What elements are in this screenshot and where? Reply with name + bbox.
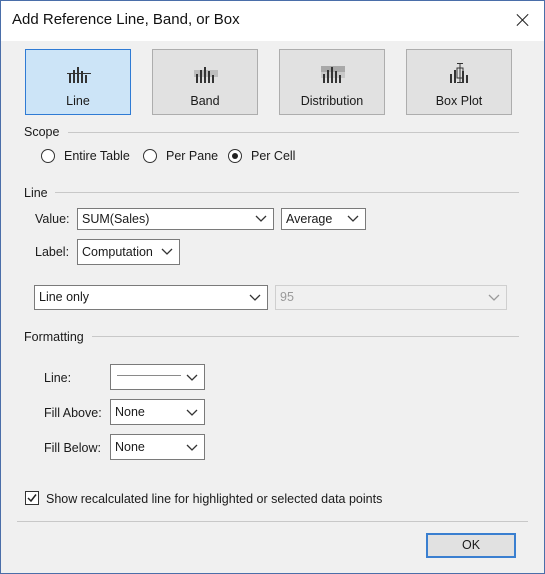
confidence-value: 95 [280,290,294,304]
formatting-divider [92,336,519,337]
formatting-section-label: Formatting [24,330,84,344]
fill-below-select[interactable]: None [110,434,205,460]
line-style-select[interactable] [110,364,205,390]
dialog-title: Add Reference Line, Band, or Box [12,11,240,28]
fill-above-label: Fill Above: [44,406,102,420]
label-select[interactable]: Computation [77,239,180,265]
scope-per-pane-radio[interactable] [143,149,157,163]
value-select-value: SUM(Sales) [82,212,150,226]
type-band-button[interactable]: Band [152,49,258,115]
type-line-label: Line [66,94,90,108]
type-distribution-button[interactable]: Distribution [279,49,385,115]
aggregation-select[interactable]: Average [281,208,366,230]
chevron-down-icon [249,294,261,301]
aggregation-select-value: Average [286,212,333,226]
type-boxplot-button[interactable]: Box Plot [406,49,512,115]
ok-button[interactable]: OK [426,533,516,558]
recalc-label: Show recalculated line for highlighted o… [46,492,383,506]
line-divider [55,192,519,193]
chevron-down-icon [186,374,198,381]
label-select-value: Computation [82,245,153,259]
scope-section-label: Scope [24,125,60,139]
type-line-button[interactable]: Line [25,49,131,115]
fill-above-value: None [115,405,145,419]
recalc-checkbox[interactable] [25,491,39,505]
value-label: Value: [35,212,70,226]
reference-line-dialog: Add Reference Line, Band, or Box Line Ba… [0,0,545,574]
chevron-down-icon [161,248,173,255]
scope-divider [68,132,519,133]
chevron-down-icon [488,294,500,301]
interval-type-select[interactable]: Line only [34,285,268,310]
footer-divider [17,521,528,522]
chevron-down-icon [186,409,198,416]
interval-type-value: Line only [39,290,90,304]
close-icon[interactable] [508,7,538,33]
box-plot-icon [450,63,468,83]
band-chart-icon [194,67,218,83]
confidence-select: 95 [275,285,507,310]
fill-above-select[interactable]: None [110,399,205,425]
distribution-chart-icon [321,66,345,83]
title-bar: Add Reference Line, Band, or Box [1,1,544,41]
checkmark-icon [27,494,37,503]
line-format-label: Line: [44,371,72,385]
fill-below-value: None [115,440,145,454]
scope-entire-table-label: Entire Table [64,149,130,163]
line-section-label: Line [24,186,48,200]
type-distribution-label: Distribution [300,94,364,108]
chevron-down-icon [347,215,359,222]
type-band-label: Band [190,94,220,108]
line-chart-icon [67,67,91,83]
scope-entire-table-radio[interactable] [41,149,55,163]
scope-per-cell-radio[interactable] [228,149,242,163]
type-boxplot-label: Box Plot [435,94,483,108]
chevron-down-icon [186,444,198,451]
fill-below-label: Fill Below: [44,441,101,455]
label-label: Label: [35,245,70,259]
chevron-down-icon [255,215,267,222]
line-style-sample [117,375,181,376]
value-select[interactable]: SUM(Sales) [77,208,274,230]
scope-per-cell-label: Per Cell [251,149,296,163]
scope-per-pane-label: Per Pane [166,149,219,163]
